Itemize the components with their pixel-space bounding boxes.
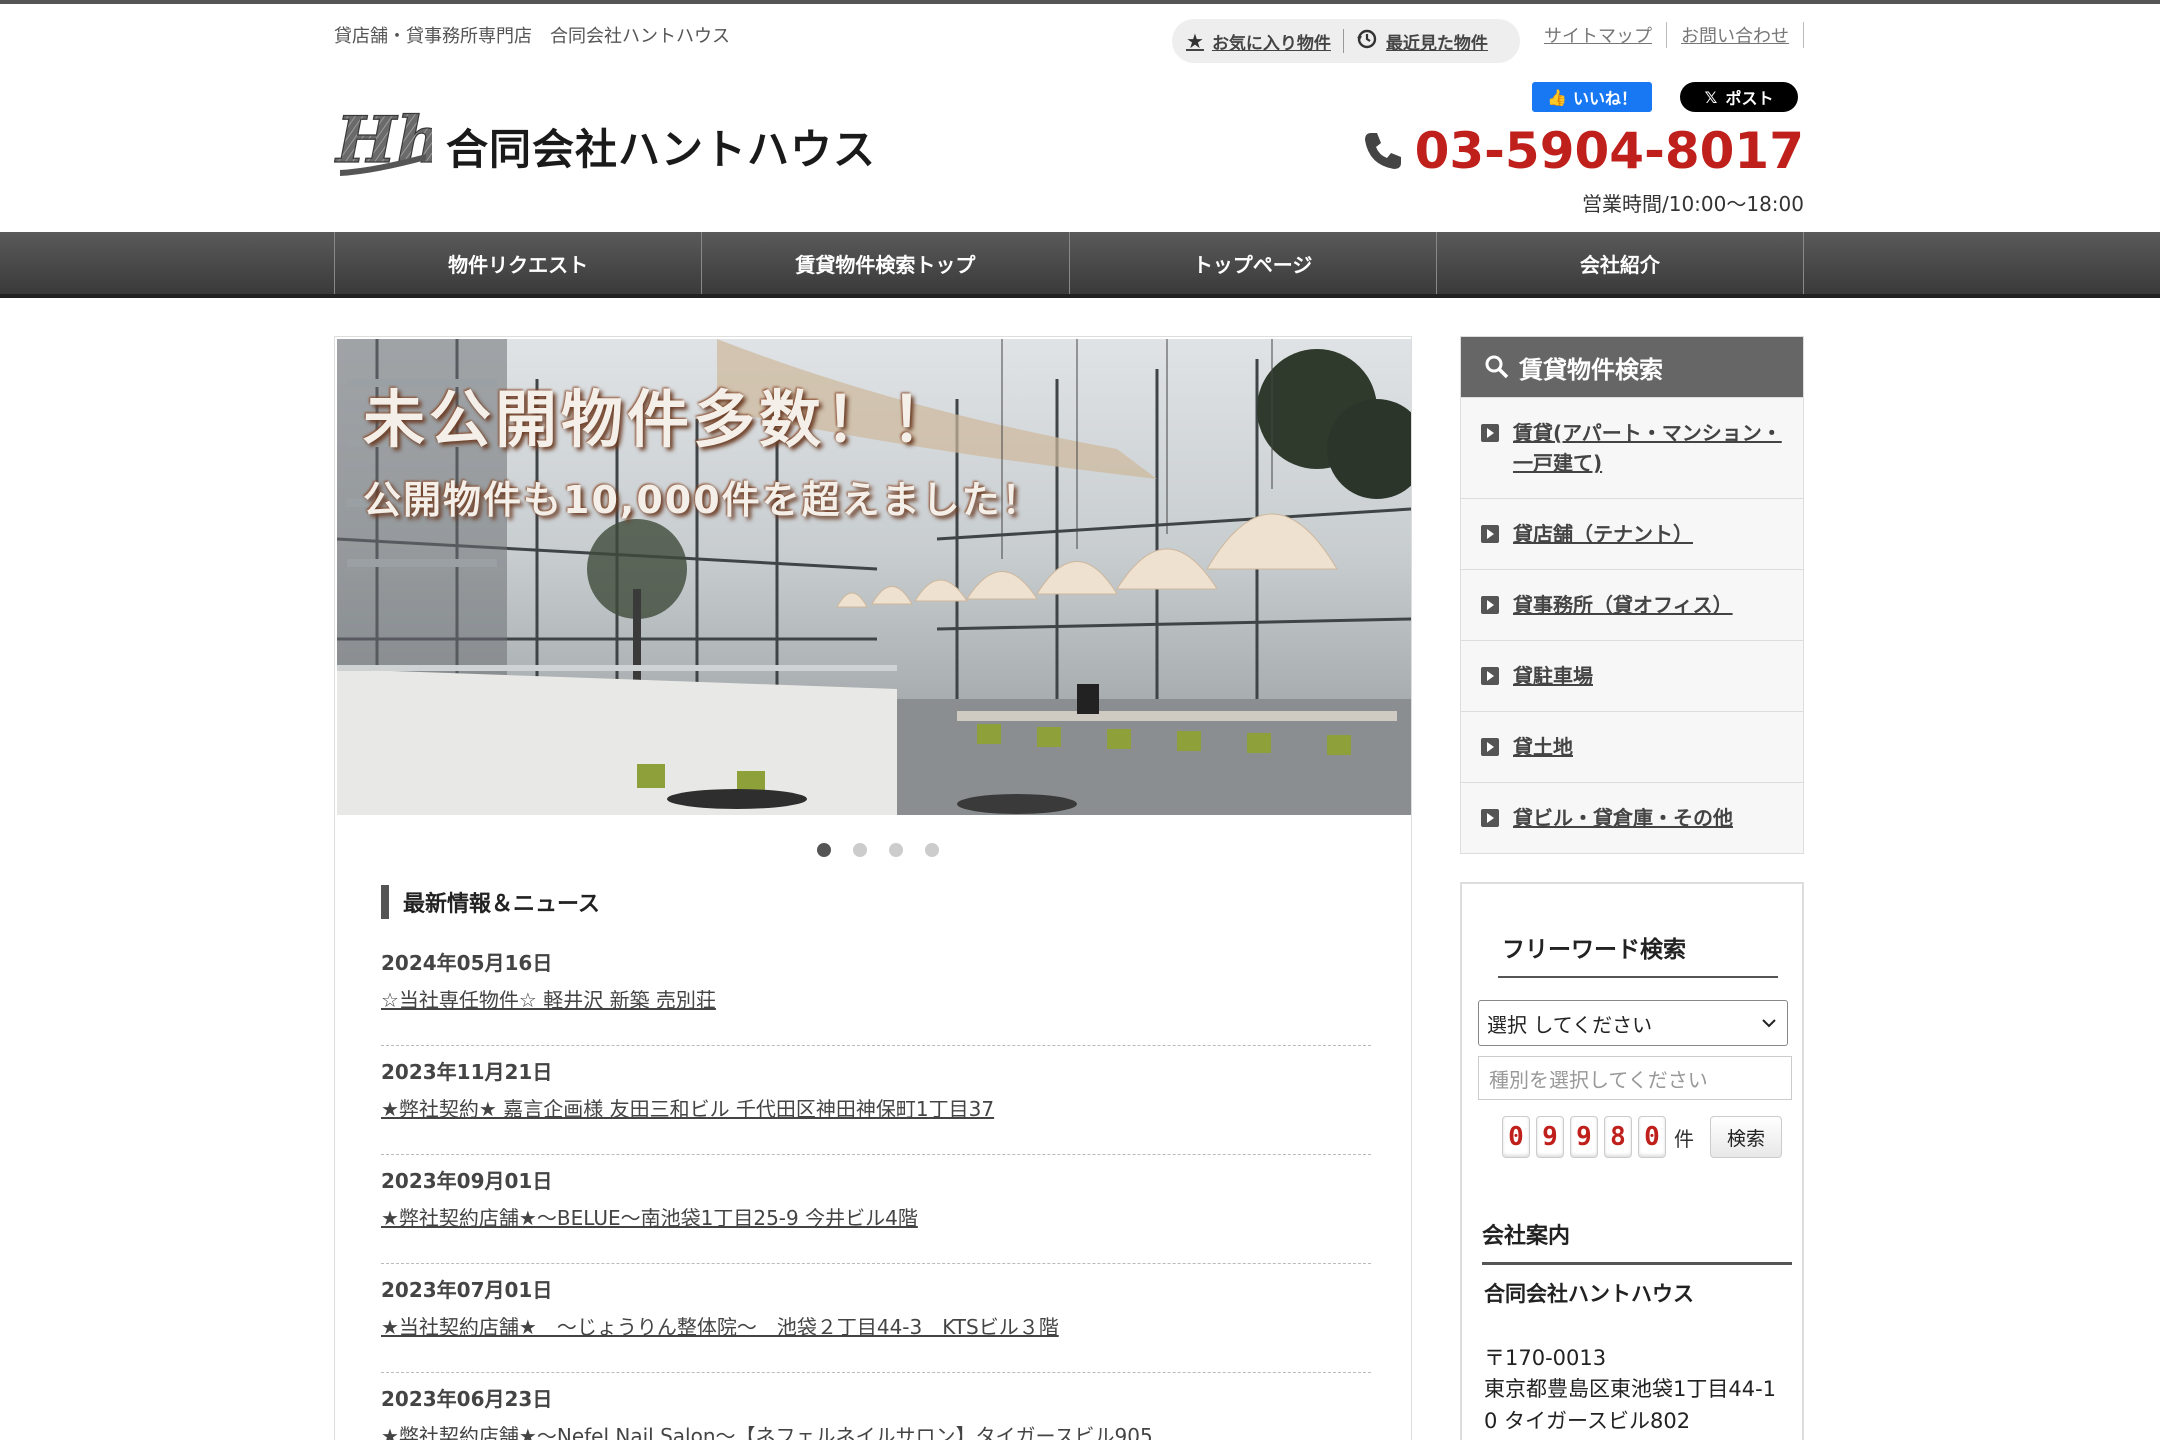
arrow-right-icon [1481,596,1499,614]
news-date: 2023年11月21日 [381,1060,553,1084]
list-item: 2023年11月21日 ★弊社契約★ 嘉言企画様 友田三和ビル 千代田区神田神保… [381,1046,1371,1155]
company-info-name: 合同会社ハントハウス [1484,1282,1694,1306]
sidebar-item-label: 貸土地 [1513,735,1573,759]
phone-contact[interactable]: 03-5904-8017 [1361,122,1804,180]
site-logo[interactable]: Hh 合同会社ハントハウス [333,102,877,188]
arrow-right-icon [1481,738,1499,756]
chevron-down-icon [1762,1019,1776,1028]
news-date: 2023年07月01日 [381,1278,553,1302]
x-post-button[interactable]: 𝕏 ポスト [1680,82,1798,112]
hero-slider[interactable]: 未公開物件多数！！ 公開物件も10,000件を超えました！ [337,339,1411,815]
counter-digit: 0 [1502,1116,1530,1158]
news-date: 2023年06月23日 [381,1387,553,1411]
news-date: 2024年05月16日 [381,951,553,975]
news-list: 2024年05月16日 ☆当社専任物件☆ 軽井沢 新築 売別荘 2023年11月… [381,937,1371,1440]
news-link[interactable]: ★当社契約店舗★ ～じょうりん整体院～ 池袋２丁目44-3 KTSビル３階 [381,1311,1371,1340]
company-name: 合同会社ハントハウス [446,124,877,174]
sidebar-item-parking[interactable]: 貸駐車場 [1461,640,1803,711]
company-info-title: 会社案内 [1482,1218,1792,1265]
recent-link[interactable]: 最近見た物件 [1356,28,1488,55]
phone-number: 03-5904-8017 [1414,122,1804,180]
slider-dot[interactable] [817,843,831,857]
thumbs-up-icon: 👍 [1547,87,1567,107]
list-item: 2023年07月01日 ★当社契約店舗★ ～じょうりん整体院～ 池袋２丁目44-… [381,1264,1371,1373]
nav-property-request[interactable]: 物件リクエスト [334,232,701,294]
news-link[interactable]: ★弊社契約★ 嘉言企画様 友田三和ビル 千代田区神田神保町1丁目37 [381,1093,1371,1122]
business-hours: 営業時間/10:00～18:00 [1581,192,1804,216]
free-word-search: フリーワード検索 選択 してください 種別を選択してください 0 9 9 8 0… [1460,882,1804,1440]
counter-unit: 件 [1674,1126,1694,1151]
utility-links: サイトマップ お問い合わせ [1530,22,1804,48]
news-date: 2023年09月01日 [381,1169,553,1193]
star-icon: ★ [1186,29,1204,53]
list-item: 2024年05月16日 ☆当社専任物件☆ 軽井沢 新築 売別荘 [381,937,1371,1046]
user-utility-bar: ★ お気に入り物件 最近見た物件 [1172,19,1520,63]
rental-search-heading: 賃貸物件検索 [1461,337,1803,397]
slider-dot[interactable] [889,843,903,857]
facebook-like-label: いいね！ [1572,89,1637,108]
sidebar-item-label: 賃貸(アパート・マンション・一戸建て) [1513,421,1782,475]
slider-dot[interactable] [853,843,867,857]
main-navigation: 物件リクエスト 賃貸物件検索トップ トップページ 会社紹介 [0,232,2160,298]
list-item: 2023年06月23日 ★弊社契約店舗★～Nefel Nail Salon～【ネ… [381,1373,1371,1440]
result-counter: 0 9 9 8 0 件 検索 [1502,1116,1782,1158]
slider-dot[interactable] [925,843,939,857]
contact-link[interactable]: お問い合わせ [1667,22,1804,48]
category-select[interactable]: 選択 してください [1478,1000,1788,1046]
sidebar-item-residential[interactable]: 賃貸(アパート・マンション・一戸建て) [1461,397,1803,498]
sidebar-item-label: 貸事務所（貸オフィス） [1513,593,1733,617]
recent-label: 最近見た物件 [1385,33,1488,54]
main-content: 未公開物件多数！！ 公開物件も10,000件を超えました！ 最新情報＆ニュース … [334,336,1412,1440]
nav-company-info[interactable]: 会社紹介 [1435,232,1804,294]
free-search-title: フリーワード検索 [1498,930,1778,978]
sidebar-item-label: 貸ビル・貸倉庫・その他 [1513,806,1733,830]
company-address: 東京都豊島区東池袋1丁目44-10 タイガースビル802 [1484,1377,1777,1433]
search-icon [1485,355,1509,379]
sidebar-item-label: 貸店舗（テナント） [1513,522,1693,546]
hero-title: 未公開物件多数！！ [363,383,958,456]
slider-pagination [817,843,939,857]
counter-digit: 9 [1570,1116,1598,1158]
counter-digit: 8 [1604,1116,1632,1158]
list-item: 2023年09月01日 ★弊社契約店舗★～BELUE～南池袋1丁目25-9 今井… [381,1155,1371,1264]
news-heading: 最新情報＆ニュース [381,885,600,919]
counter-digit: 0 [1638,1116,1666,1158]
arrow-right-icon [1481,525,1499,543]
favorites-label: お気に入り物件 [1211,33,1331,54]
counter-digit: 9 [1536,1116,1564,1158]
nav-top-page[interactable]: トップページ [1068,232,1436,294]
news-link[interactable]: ★弊社契約店舗★～Nefel Nail Salon～【ネフェルネイルサロン】タイ… [381,1420,1371,1440]
arrow-right-icon [1481,667,1499,685]
arrow-right-icon [1481,424,1499,442]
x-post-label: ポスト [1725,89,1774,108]
news-link[interactable]: ☆当社専任物件☆ 軽井沢 新築 売別荘 [381,984,1371,1013]
nav-rental-search-top[interactable]: 賃貸物件検索トップ [701,232,1068,294]
divider [1342,29,1344,53]
sitemap-link[interactable]: サイトマップ [1530,22,1667,48]
rental-search-menu: 賃貸物件検索 賃貸(アパート・マンション・一戸建て) 貸店舗（テナント） 貸事務… [1460,336,1804,854]
category-select-value: 選択 してください [1487,1012,1653,1037]
hero-subtitle: 公開物件も10,000件を超えました！ [363,478,1042,522]
site-tagline: 貸店舗・貸事務所専門店 合同会社ハントハウス [334,26,730,47]
sidebar-item-office[interactable]: 貸事務所（貸オフィス） [1461,569,1803,640]
facebook-like-button[interactable]: 👍 いいね！ [1532,82,1652,112]
sidebar-item-other[interactable]: 貸ビル・貸倉庫・その他 [1461,782,1803,853]
favorites-link[interactable]: ★ お気に入り物件 [1186,29,1331,54]
x-logo-icon: 𝕏 [1704,87,1718,107]
history-icon [1356,28,1378,55]
arrow-right-icon [1481,809,1499,827]
news-link[interactable]: ★弊社契約店舗★～BELUE～南池袋1丁目25-9 今井ビル4階 [381,1202,1371,1231]
phone-icon [1364,133,1401,169]
sidebar-item-store[interactable]: 貸店舗（テナント） [1461,498,1803,569]
type-input[interactable]: 種別を選択してください [1478,1056,1792,1100]
sidebar-item-label: 貸駐車場 [1513,664,1593,688]
logo-mark: Hh [333,102,443,188]
sidebar-item-land[interactable]: 貸土地 [1461,711,1803,782]
company-zip: 〒170-0013 [1484,1346,1607,1370]
rental-search-title: 賃貸物件検索 [1519,355,1663,384]
search-button[interactable]: 検索 [1710,1116,1782,1158]
